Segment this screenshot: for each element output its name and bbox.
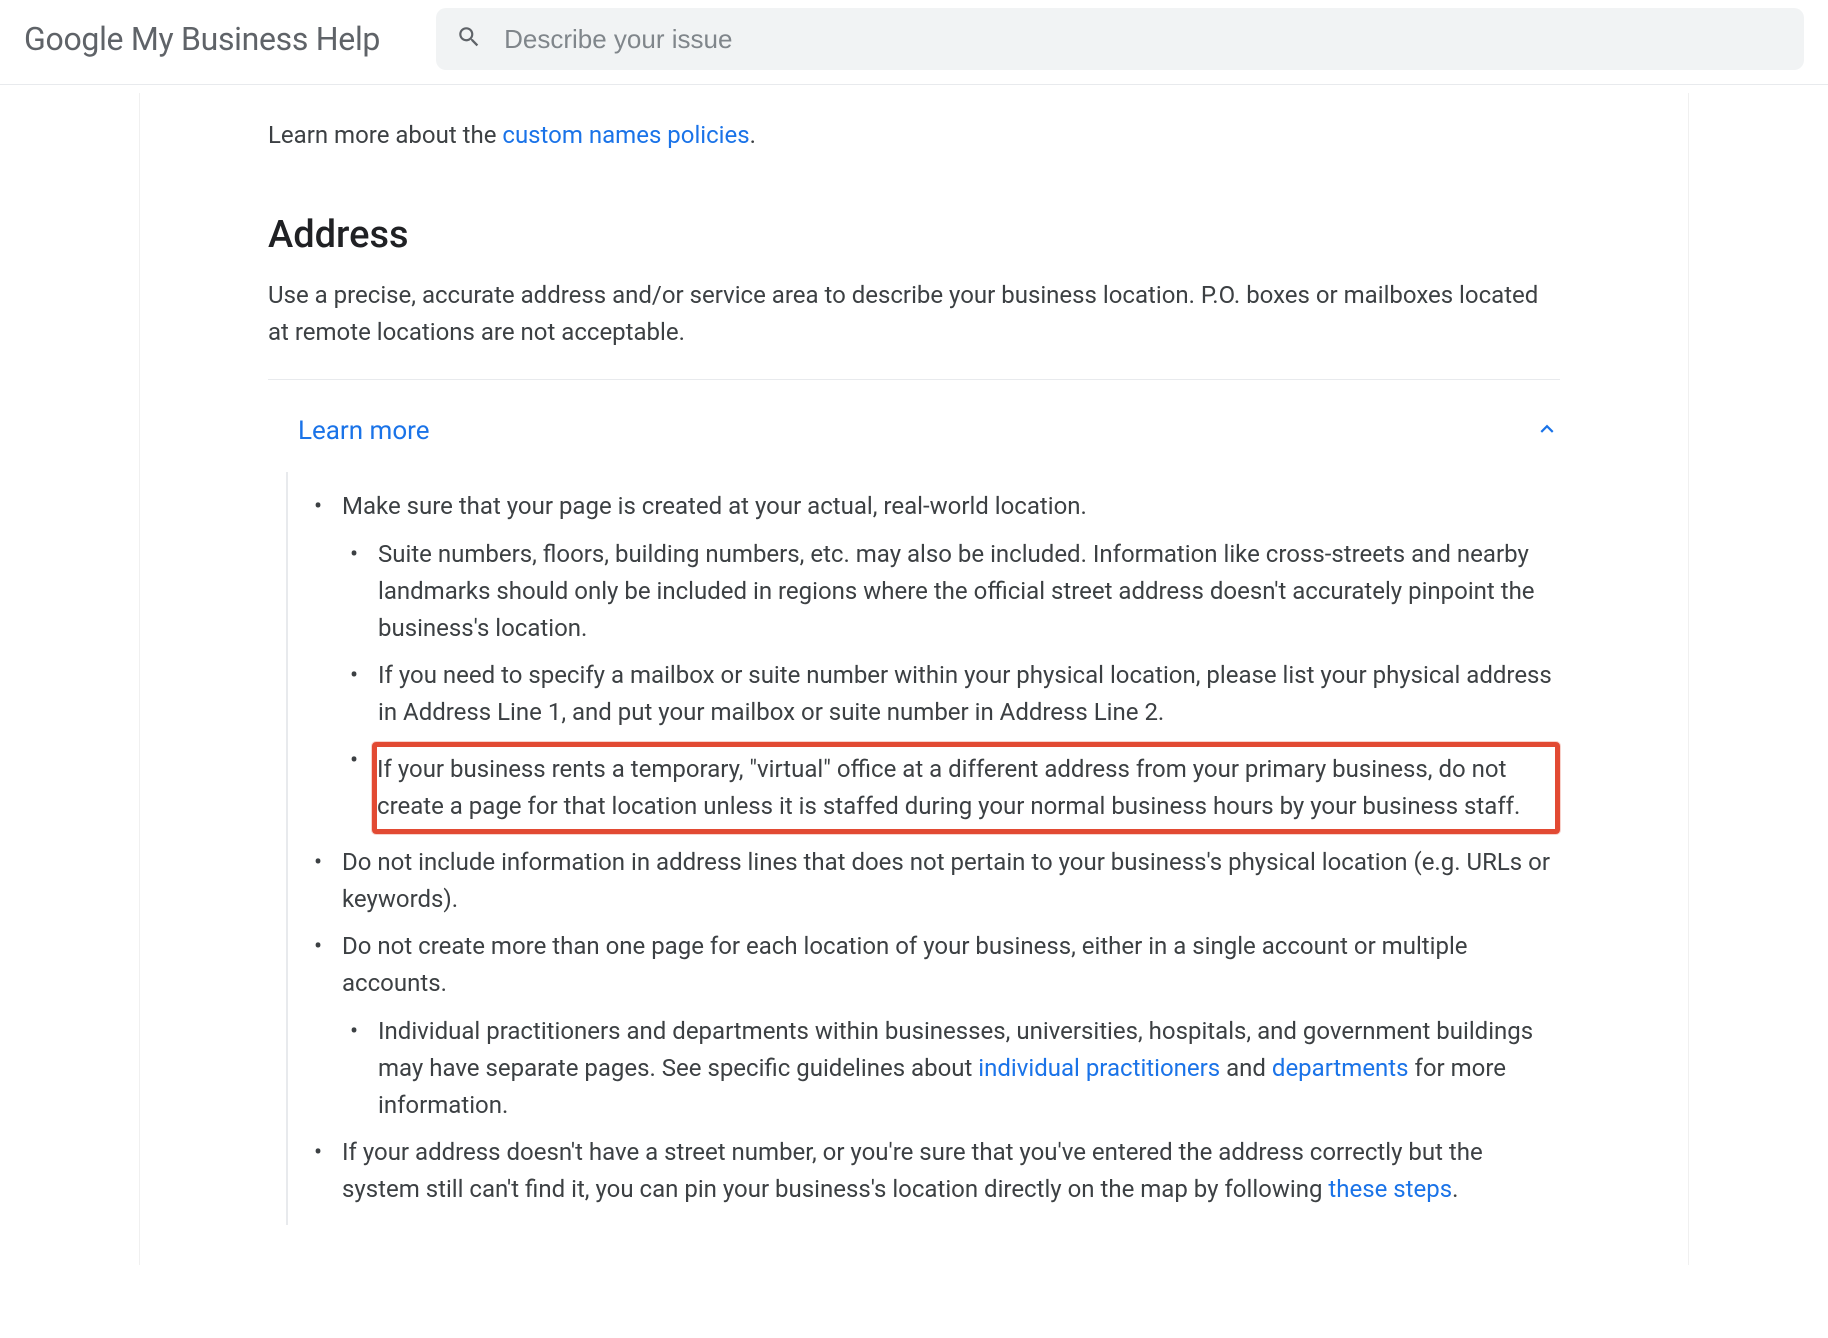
learn-more-toggle[interactable]: Learn more — [268, 380, 1560, 472]
address-description: Use a precise, accurate address and/or s… — [268, 277, 1560, 351]
bullet-text: If you need to specify a mailbox or suit… — [378, 661, 1552, 726]
bullet-text: Do not create more than one page for eac… — [342, 932, 1468, 997]
bullet-text-post: . — [1452, 1175, 1458, 1203]
address-heading: Address — [268, 213, 1560, 257]
address-bullet-list: Make sure that your page is created at y… — [300, 488, 1560, 1208]
search-input[interactable] — [504, 24, 1784, 55]
custom-names-intro: Learn more about the custom names polici… — [268, 93, 1560, 159]
these-steps-link[interactable]: these steps — [1328, 1175, 1452, 1203]
header-bar: Google My Business Help — [0, 0, 1828, 85]
page-title: Google My Business Help — [24, 20, 380, 58]
list-item: Do not include information in address li… — [300, 844, 1560, 918]
bullet-text: Make sure that your page is created at y… — [342, 492, 1087, 520]
list-item: Individual practitioners and departments… — [336, 1013, 1560, 1125]
list-item: If your address doesn't have a street nu… — [300, 1134, 1560, 1208]
learn-more-details: Make sure that your page is created at y… — [286, 472, 1560, 1224]
bullet-text-pre: If your address doesn't have a street nu… — [342, 1138, 1483, 1203]
intro-suffix: . — [750, 121, 756, 149]
bullet-text: Do not include information in address li… — [342, 848, 1550, 913]
list-item: If you need to specify a mailbox or suit… — [336, 657, 1560, 731]
article-card: Learn more about the custom names polici… — [139, 93, 1689, 1265]
list-item: Make sure that your page is created at y… — [300, 488, 1560, 834]
page-body: Learn more about the custom names polici… — [0, 85, 1828, 1265]
list-item: If your business rents a temporary, "vir… — [336, 742, 1560, 834]
search-icon — [456, 24, 482, 54]
bullet-text-mid: and — [1220, 1054, 1272, 1082]
highlighted-bullet: If your business rents a temporary, "vir… — [372, 742, 1560, 834]
individual-practitioners-link[interactable]: individual practitioners — [978, 1054, 1220, 1082]
departments-link[interactable]: departments — [1272, 1054, 1409, 1082]
bullet-text: Suite numbers, floors, building numbers,… — [378, 540, 1535, 642]
search-box[interactable] — [436, 8, 1804, 70]
intro-prefix: Learn more about the — [268, 121, 502, 149]
list-item: Do not create more than one page for eac… — [300, 928, 1560, 1124]
chevron-up-icon — [1534, 416, 1560, 446]
bullet-text: If your business rents a temporary, "vir… — [377, 755, 1520, 820]
custom-names-policies-link[interactable]: custom names policies — [502, 121, 749, 149]
learn-more-label: Learn more — [298, 416, 430, 446]
list-item: Suite numbers, floors, building numbers,… — [336, 536, 1560, 648]
